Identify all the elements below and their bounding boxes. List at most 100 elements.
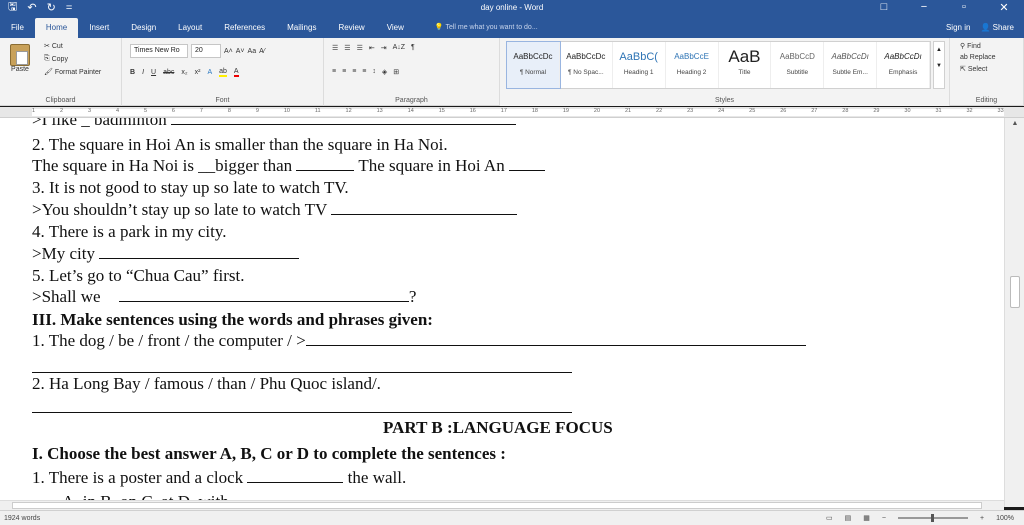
tab-file[interactable]: File [0, 18, 35, 38]
styles-more-button[interactable]: ▲ ▼ [933, 41, 945, 89]
show-formatting-button[interactable]: ¶ [411, 44, 415, 52]
undo-icon[interactable]: ↶ [27, 1, 36, 14]
chevron-up-icon: ▲ [936, 47, 942, 53]
ruler-number: 9 [255, 108, 259, 114]
lightbulb-icon: 💡 [434, 24, 444, 31]
tab-layout[interactable]: Layout [167, 18, 213, 38]
answer-line[interactable] [32, 398, 572, 418]
scroll-up-icon[interactable]: ▲ [1005, 120, 1024, 127]
highlight-button[interactable]: ab [219, 68, 227, 77]
ribbon: Paste ✂ Cut ⎘ Copy 🖌 Format Painter Clipboa… [0, 38, 1024, 106]
h-scroll-thumb[interactable] [12, 502, 982, 509]
answer-blank[interactable] [118, 288, 409, 302]
font-color-button[interactable]: A [233, 68, 239, 77]
underline-button[interactable]: U [151, 69, 156, 76]
subscript-button[interactable]: x₂ [181, 69, 187, 76]
style-emphasis[interactable]: AaBbCcDı Emphasis [877, 42, 930, 88]
numbering-button[interactable]: ☰ [344, 44, 350, 52]
style-heading-1[interactable]: AaBbC(Heading 1 [613, 42, 666, 88]
sort-button[interactable]: A↓Z [393, 44, 405, 52]
tab-mailings[interactable]: Mailings [276, 18, 327, 38]
find-button[interactable]: ⚲ Find [960, 42, 995, 51]
scissors-icon: ✂ [44, 43, 50, 50]
answer-blank[interactable] [247, 469, 344, 483]
document-page[interactable]: >I like _ badminton 2. The square in Hoi… [0, 118, 1004, 507]
text-effects-button[interactable]: A [207, 69, 212, 76]
cut-button[interactable]: ✂ Cut [44, 42, 101, 51]
tab-design[interactable]: Design [120, 18, 167, 38]
read-mode-icon[interactable]: ▭ [826, 514, 833, 522]
font-size-select[interactable]: 20 [191, 44, 221, 58]
align-left-button[interactable]: ≡ [332, 68, 336, 76]
bold-button[interactable]: B [130, 69, 135, 76]
horizontal-ruler[interactable]: 1 2 3 4 5 6 7 8 9 10 11 12 13 14 15 16 17 18 19 20 21 22 23 24 2… [0, 107, 1024, 118]
replace-button[interactable]: ab Replace [960, 54, 995, 61]
bullets-button[interactable]: ☰ [332, 44, 338, 52]
copy-button[interactable]: ⎘ Copy [44, 55, 101, 63]
font-name-select[interactable]: Times New Ro [130, 44, 188, 58]
ribbon-display-button[interactable]: □ [864, 1, 904, 14]
style-no-spacing[interactable]: AaBbCcDc ¶ No Spac... [560, 42, 613, 88]
zoom-level[interactable]: 100% [996, 515, 1014, 522]
answer-blank[interactable] [170, 118, 516, 125]
vertical-scrollbar[interactable]: ▲ [1004, 118, 1024, 507]
shading-button[interactable]: ◈ [382, 68, 387, 76]
zoom-slider[interactable] [898, 514, 968, 522]
style-normal[interactable]: AaBbCcDc ¶ Normal [506, 41, 561, 89]
sign-in-link[interactable]: Sign in [946, 18, 970, 38]
answer-blank[interactable] [296, 157, 355, 171]
decrease-indent-button[interactable]: ⇤ [369, 44, 375, 52]
line-spacing-button[interactable]: ↕ [372, 68, 376, 76]
tab-home[interactable]: Home [34, 18, 79, 38]
style-subtle-emphasis[interactable]: AaBbCcDı Subtle Em... [824, 42, 878, 88]
paragraph-group-label: Paragraph [395, 97, 428, 104]
style-heading-2[interactable]: AaBbCcE Heading 2 [666, 42, 719, 88]
tell-me-box[interactable]: 💡 Tell me what you want to do... [415, 18, 946, 38]
align-right-button[interactable]: ≡ [352, 68, 356, 76]
zoom-out-icon[interactable]: − [882, 515, 886, 522]
styles-group: AaBbCcDc ¶ Normal AaBbCcDc ¶ No Spac... Aa… [500, 38, 950, 106]
strikethrough-button[interactable]: abc [163, 69, 174, 76]
redo-icon[interactable]: ↻ [47, 1, 56, 14]
answer-blank[interactable] [99, 245, 300, 259]
italic-button[interactable]: I [142, 69, 144, 76]
clear-formatting-button[interactable]: A⁄ [259, 48, 265, 55]
document-area[interactable]: >I like _ badminton 2. The square in Hoi… [0, 118, 1024, 507]
paste-button[interactable]: Paste [6, 44, 34, 73]
multilevel-list-button[interactable]: ☰ [357, 44, 363, 52]
share-button[interactable]: 👤 Share [980, 18, 1014, 38]
customize-quick-access[interactable]: = [66, 2, 72, 14]
increase-indent-button[interactable]: ⇥ [381, 44, 387, 52]
tab-references[interactable]: References [213, 18, 276, 38]
answer-blank[interactable] [305, 332, 806, 346]
ruler-number: 17 [500, 108, 507, 114]
change-case-button[interactable]: Aa [248, 48, 257, 55]
minimize-button[interactable]: − [904, 1, 944, 14]
tab-view[interactable]: View [376, 18, 415, 38]
borders-button[interactable]: ⊞ [393, 68, 399, 76]
close-button[interactable]: ✕ [984, 1, 1024, 14]
doc-line: The square in Ha Noi is __bigger than Th… [32, 156, 545, 176]
clipboard-group: Paste ✂ Cut ⎘ Copy 🖌 Format Painter Clipboa… [0, 38, 122, 106]
center-button[interactable]: ≡ [342, 68, 346, 76]
answer-blank[interactable] [508, 157, 545, 171]
tab-insert[interactable]: Insert [78, 18, 120, 38]
justify-button[interactable]: ≡ [362, 68, 366, 76]
grow-font-button[interactable]: A˄ [224, 48, 233, 55]
superscript-button[interactable]: x² [195, 69, 201, 76]
answer-blank[interactable] [331, 201, 518, 215]
doc-line: >I like _ badminton [32, 118, 516, 130]
horizontal-scrollbar[interactable] [0, 500, 1004, 510]
maximize-button[interactable]: ▫ [944, 1, 984, 14]
select-button[interactable]: ⇱ Select [960, 65, 995, 74]
style-subtitle[interactable]: AaBbCcD Subtitle [771, 42, 825, 88]
scroll-thumb[interactable] [1010, 276, 1020, 308]
tab-review[interactable]: Review [327, 18, 375, 38]
style-title[interactable]: AaB Title [719, 42, 772, 88]
shrink-font-button[interactable]: A˅ [236, 48, 245, 55]
web-layout-icon[interactable]: ▦ [863, 514, 870, 522]
zoom-in-icon[interactable]: + [980, 515, 984, 522]
word-count[interactable]: 1924 words [0, 515, 826, 522]
print-layout-icon[interactable]: ▤ [845, 514, 852, 522]
format-painter-button[interactable]: 🖌 Format Painter [44, 68, 101, 77]
